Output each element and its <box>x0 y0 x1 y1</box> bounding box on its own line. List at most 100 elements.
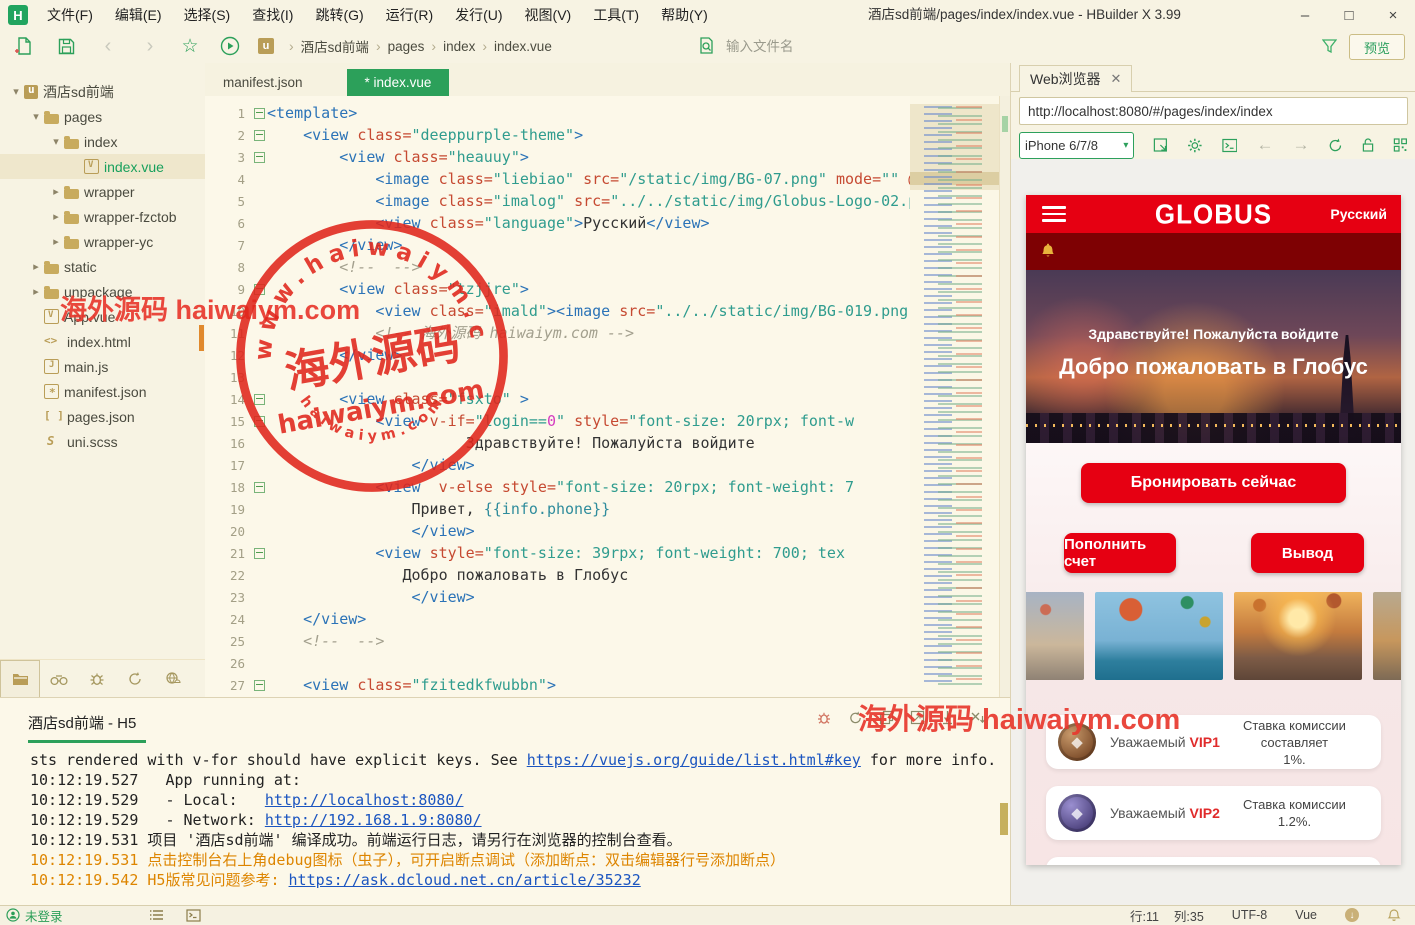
line-number[interactable]: 6 <box>205 216 251 231</box>
fold-marker-icon[interactable] <box>251 680 267 691</box>
tree-item-static[interactable]: ▸static <box>0 254 205 279</box>
breadcrumb-pages[interactable]: pages <box>388 39 425 54</box>
line-number[interactable]: 18 <box>205 480 251 495</box>
fold-marker-icon[interactable] <box>251 152 267 163</box>
clear-console-icon[interactable] <box>970 710 986 725</box>
tree-chevron-icon[interactable]: ▸ <box>48 235 64 248</box>
menu-item-9[interactable]: 帮助(Y) <box>650 0 719 30</box>
code-area[interactable]: 1<template>2 <view class="deeppurple-the… <box>205 96 910 697</box>
breadcrumb-project[interactable]: 酒店sd前端 <box>301 36 369 56</box>
filter-button[interactable] <box>1317 34 1341 58</box>
console-tab[interactable]: 酒店sd前端 - H5 <box>28 712 136 733</box>
image-carousel[interactable] <box>1026 592 1401 682</box>
line-number[interactable]: 11 <box>205 326 251 341</box>
line-number[interactable]: 12 <box>205 348 251 363</box>
line-number[interactable]: 22 <box>205 568 251 583</box>
line-number[interactable]: 21 <box>205 546 251 561</box>
line-number[interactable]: 2 <box>205 128 251 143</box>
code-line-15[interactable]: 15 <view v-if="login==0" style="font-siz… <box>205 410 910 432</box>
tree-chevron-icon[interactable]: ▾ <box>8 85 24 98</box>
tree-item-index.vue[interactable]: index.vue <box>0 154 205 179</box>
code-line-2[interactable]: 2 <view class="deeppurple-theme"> <box>205 124 910 146</box>
copy-icon[interactable] <box>879 710 894 725</box>
console-link[interactable]: https://ask.dcloud.net.cn/article/35232 <box>289 871 641 889</box>
breadcrumb-index[interactable]: index <box>443 39 475 54</box>
line-number[interactable]: 19 <box>205 502 251 517</box>
fold-marker-icon[interactable] <box>251 394 267 405</box>
code-line-26[interactable]: 26 <box>205 652 910 674</box>
code-line-16[interactable]: 16 Здравствуйте! Пожалуйста войдите <box>205 432 910 454</box>
editor-tab-index.vue[interactable]: * index.vue <box>347 69 450 96</box>
encoding-indicator[interactable]: UTF-8 <box>1232 908 1267 922</box>
fold-marker-icon[interactable] <box>251 130 267 141</box>
browser-back-icon[interactable]: ← <box>1256 135 1273 155</box>
code-line-17[interactable]: 17 </view> <box>205 454 910 476</box>
tree-chevron-icon[interactable]: ▸ <box>28 260 44 273</box>
code-line-12[interactable]: 12 </view> <box>205 344 910 366</box>
line-number[interactable]: 1 <box>205 106 251 121</box>
minimize-button[interactable]: – <box>1283 0 1327 30</box>
terminal-icon[interactable] <box>186 909 201 922</box>
tree-item-wrapper-yc[interactable]: ▸wrapper-yc <box>0 229 205 254</box>
tree-chevron-icon[interactable]: ▾ <box>48 135 64 148</box>
book-now-button[interactable]: Бронировать сейчас <box>1081 463 1346 503</box>
export-icon[interactable] <box>910 710 925 725</box>
code-line-8[interactable]: 8 <!-- --> <box>205 256 910 278</box>
tree-item-manifest.json[interactable]: manifest.json <box>0 379 205 404</box>
notification-bell-icon[interactable] <box>1387 908 1401 923</box>
tree-item-wrapper-fzctob[interactable]: ▸wrapper-fzctob <box>0 204 205 229</box>
tree-item-index[interactable]: ▾index <box>0 129 205 154</box>
code-line-18[interactable]: 18 <view v-else style="font-size: 20rpx;… <box>205 476 910 498</box>
console-scrollbar-thumb[interactable] <box>1000 803 1008 835</box>
fold-marker-icon[interactable] <box>251 416 267 427</box>
code-line-5[interactable]: 5 <image class="imalog" src="../../stati… <box>205 190 910 212</box>
language-mode[interactable]: Vue <box>1295 908 1317 922</box>
code-line-14[interactable]: 14 <view class="fsxto" > <box>205 388 910 410</box>
login-status[interactable]: 未登录 <box>6 906 63 925</box>
code-line-19[interactable]: 19 Привет, {{info.phone}} <box>205 498 910 520</box>
bell-icon[interactable] <box>1040 243 1056 260</box>
vip-card-1[interactable]: ◆Уважаемый VIP1Ставка комиссии составляе… <box>1046 715 1381 769</box>
withdraw-button[interactable]: Вывод <box>1251 533 1364 573</box>
line-number[interactable]: 24 <box>205 612 251 627</box>
preview-button[interactable]: 预览 <box>1349 34 1405 60</box>
tree-item-App.vue[interactable]: App.vue <box>0 304 205 329</box>
code-line-25[interactable]: 25 <!-- --> <box>205 630 910 652</box>
menu-item-1[interactable]: 编辑(E) <box>104 0 173 30</box>
line-number[interactable]: 27 <box>205 678 251 693</box>
code-line-20[interactable]: 20 </view> <box>205 520 910 542</box>
line-number[interactable]: 3 <box>205 150 251 165</box>
line-number[interactable]: 5 <box>205 194 251 209</box>
menu-item-7[interactable]: 视图(V) <box>514 0 583 30</box>
line-number[interactable]: 14 <box>205 392 251 407</box>
line-number[interactable]: 20 <box>205 524 251 539</box>
device-select[interactable]: iPhone 6/7/8 ▾ <box>1019 132 1134 159</box>
code-line-10[interactable]: 10 <view class="imald"><image src="../..… <box>205 300 910 322</box>
tab-refresh[interactable] <box>116 661 154 697</box>
menu-item-6[interactable]: 发行(U) <box>444 0 513 30</box>
line-number[interactable]: 23 <box>205 590 251 605</box>
tree-chevron-icon[interactable]: ▸ <box>48 185 64 198</box>
menu-item-4[interactable]: 跳转(G) <box>304 0 374 30</box>
code-line-24[interactable]: 24 </view> <box>205 608 910 630</box>
carousel-slide[interactable] <box>1026 592 1084 680</box>
code-line-7[interactable]: 7 </view> <box>205 234 910 256</box>
settings-gear-icon[interactable] <box>1187 137 1203 154</box>
tree-item-main.js[interactable]: main.js <box>0 354 205 379</box>
tree-item-index.html[interactable]: index.html <box>0 329 205 354</box>
line-number[interactable]: 17 <box>205 458 251 473</box>
tab-debug[interactable] <box>78 661 116 697</box>
tree-item-wrapper[interactable]: ▸wrapper <box>0 179 205 204</box>
sidebar-scroll-marker[interactable] <box>199 325 204 351</box>
close-button[interactable]: × <box>1371 0 1415 30</box>
language-switch[interactable]: Русский <box>1330 206 1387 222</box>
lock-icon[interactable] <box>1362 137 1374 153</box>
cursor-position[interactable]: 行:11 列:35 <box>1130 906 1204 925</box>
menu-item-8[interactable]: 工具(T) <box>582 0 650 30</box>
outline-list-icon[interactable] <box>149 909 164 921</box>
tree-item-unpackage[interactable]: ▸unpackage <box>0 279 205 304</box>
tree-item-uni.scss[interactable]: uni.scss <box>0 429 205 454</box>
close-icon[interactable]: ✕ <box>1111 71 1122 87</box>
tab-search[interactable] <box>40 661 78 697</box>
new-file-button[interactable] <box>12 34 36 58</box>
